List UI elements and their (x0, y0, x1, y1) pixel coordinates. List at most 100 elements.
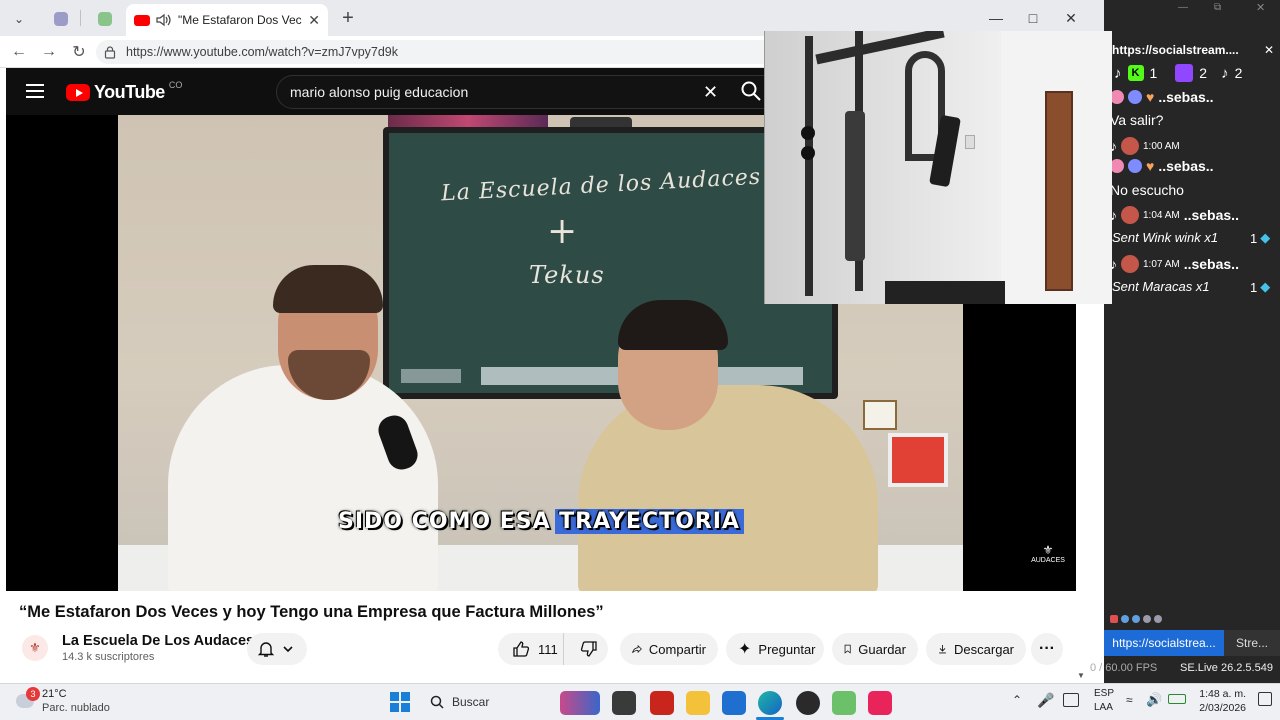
clock-date[interactable]: 2/03/2026 (1194, 702, 1246, 714)
widget-thumbnail-icon[interactable] (560, 691, 600, 715)
chat-user: ..sebas.. (1158, 89, 1214, 105)
terminal-icon[interactable] (612, 691, 636, 715)
new-tab-icon[interactable]: + (336, 6, 360, 30)
download-icon (939, 645, 946, 654)
cam-machine-base (885, 281, 1005, 304)
bottom-tab-2[interactable]: Stre... (1224, 630, 1280, 656)
lang-1[interactable]: ESP (1094, 688, 1114, 699)
chat-user: ..sebas.. (1158, 158, 1214, 174)
tray-chevron-icon[interactable]: ⌃ (1012, 693, 1022, 707)
close-window-icon[interactable]: ✕ (1053, 6, 1089, 30)
scene-frame (863, 400, 897, 430)
tab-pinned-1[interactable] (44, 6, 78, 32)
more-actions-icon[interactable]: ··· (1031, 633, 1063, 665)
toolbar-icon[interactable] (1132, 615, 1140, 623)
cam-pulley (801, 126, 815, 140)
microphone-icon[interactable]: 🎤 (1037, 692, 1054, 709)
share-button[interactable]: Compartir (620, 633, 718, 665)
scene-shelf (888, 433, 948, 487)
like-count: 111 (538, 641, 558, 657)
battery-icon[interactable] (1168, 694, 1186, 704)
chat-user: ..sebas.. (1183, 256, 1239, 272)
toolbar-icon[interactable] (1110, 615, 1118, 623)
subscriber-count: 14.3 k suscriptores (62, 651, 155, 663)
search-placeholder: Buscar (452, 695, 490, 709)
chat-app-icon[interactable] (832, 691, 856, 715)
save-label: Guardar (858, 641, 906, 657)
chat-time: 1:07 AM (1143, 258, 1180, 270)
start-icon[interactable] (390, 692, 410, 712)
maximize-icon[interactable]: □ (1015, 6, 1051, 30)
clock-time[interactable]: 1:48 a. m. (1198, 688, 1246, 700)
caption-text-a: SIDO COMO ESA (338, 509, 551, 534)
url-text: https://www.youtube.com/watch?v=zmJ7vpy7… (126, 45, 399, 59)
site-info-icon[interactable] (104, 45, 116, 59)
board-title: La Escuela de los Audaces (440, 164, 762, 207)
gift-count-row: 1 ◆ (1250, 230, 1270, 246)
clear-search-icon[interactable]: ✕ (703, 82, 718, 103)
badge-icon (1110, 159, 1124, 173)
tiktok-studio-icon[interactable] (868, 691, 892, 715)
bottom-tab-1[interactable]: https://socialstrea... (1104, 630, 1224, 656)
toolbar-icon[interactable] (1121, 615, 1129, 623)
video-meta: “Me Estafaron Dos Veces y hoy Tengo una … (6, 591, 1085, 683)
dislike-button[interactable] (571, 633, 608, 665)
download-button[interactable]: Descargar (926, 633, 1026, 665)
bookmark-icon (844, 644, 851, 654)
notification-icon[interactable] (1258, 692, 1272, 706)
reload-icon[interactable]: ↻ (66, 40, 92, 64)
toolbar-icon[interactable] (1154, 615, 1162, 623)
tray-app-icon[interactable] (1063, 693, 1079, 707)
badge-icon (1110, 90, 1124, 104)
lang-2[interactable]: LAA (1094, 702, 1113, 713)
like-button[interactable]: 111 (498, 633, 564, 665)
toolbar-icon[interactable] (1143, 615, 1151, 623)
menu-icon[interactable] (26, 84, 44, 98)
close-tab-icon[interactable]: ✕ (308, 12, 320, 29)
scroll-down-icon[interactable]: ▼ (1077, 671, 1085, 680)
heart-icon: ♥ (1146, 158, 1155, 174)
avatar (1121, 137, 1139, 155)
country-code: CO (168, 79, 183, 90)
ask-button[interactable]: ✦ Preguntar (726, 633, 824, 665)
tab-list-chevron-icon[interactable]: ⌄ (8, 8, 30, 30)
back-icon[interactable]: ← (6, 40, 32, 64)
youtube-logo[interactable]: YouTube CO (66, 79, 183, 103)
heart-icon: ♥ (1146, 89, 1155, 105)
tab-active[interactable]: "Me Estafaron Dos Veces y hoy Tengo una … (126, 4, 328, 36)
url-field[interactable]: https://www.youtube.com/watch?v=zmJ7vpy7… (96, 40, 776, 64)
taskbar: 3 21°C Parc. nublado Buscar ⌃ 🎤 ESP LAA … (0, 683, 1280, 720)
search-icon[interactable] (740, 80, 762, 107)
folder-icon[interactable] (686, 691, 710, 715)
volume-icon[interactable]: 🔊 (1146, 692, 1162, 708)
chat-maximize-icon[interactable]: ⧉ (1214, 2, 1221, 13)
chat-time: 1:00 AM (1143, 140, 1180, 152)
tab-favicon-icon (98, 12, 112, 26)
person-left-hair (273, 265, 383, 313)
version-label: SE.Live 26.2.5.549 (1180, 662, 1273, 674)
cam-machine-seat (845, 111, 865, 261)
share-icon (632, 644, 642, 654)
weather-widget-icon[interactable]: 3 (14, 687, 40, 714)
shield-app-icon[interactable] (650, 691, 674, 715)
save-button[interactable]: Guardar (832, 633, 918, 665)
video-caption: SIDO COMO ESA TRAYECTORIA (6, 509, 1076, 534)
minimize-icon[interactable]: — (978, 6, 1014, 30)
search-input[interactable]: mario alonso puig educacion ✕ (276, 75, 766, 109)
channel-avatar[interactable]: ⚜ (22, 635, 48, 661)
chat-close-icon[interactable]: ✕ (1256, 1, 1265, 14)
wifi-icon[interactable]: ≈ (1126, 693, 1133, 707)
notifications-button[interactable] (247, 633, 307, 665)
forward-icon[interactable]: → (36, 40, 62, 64)
chat-minimize-icon[interactable]: — (1178, 2, 1188, 13)
store-icon[interactable] (722, 691, 746, 715)
edge-icon[interactable] (758, 691, 782, 715)
chat-gift: Sent Wink wink x1 (1112, 230, 1219, 245)
channel-name[interactable]: La Escuela De Los Audaces (62, 633, 254, 649)
taskbar-search[interactable]: Buscar (422, 689, 562, 715)
youtube-logo-text: YouTube (94, 82, 165, 102)
speaker-icon[interactable] (156, 13, 172, 27)
tab-pinned-2[interactable] (88, 6, 122, 32)
obs-icon[interactable] (796, 691, 820, 715)
chat-url-close-icon[interactable]: ✕ (1264, 43, 1274, 57)
